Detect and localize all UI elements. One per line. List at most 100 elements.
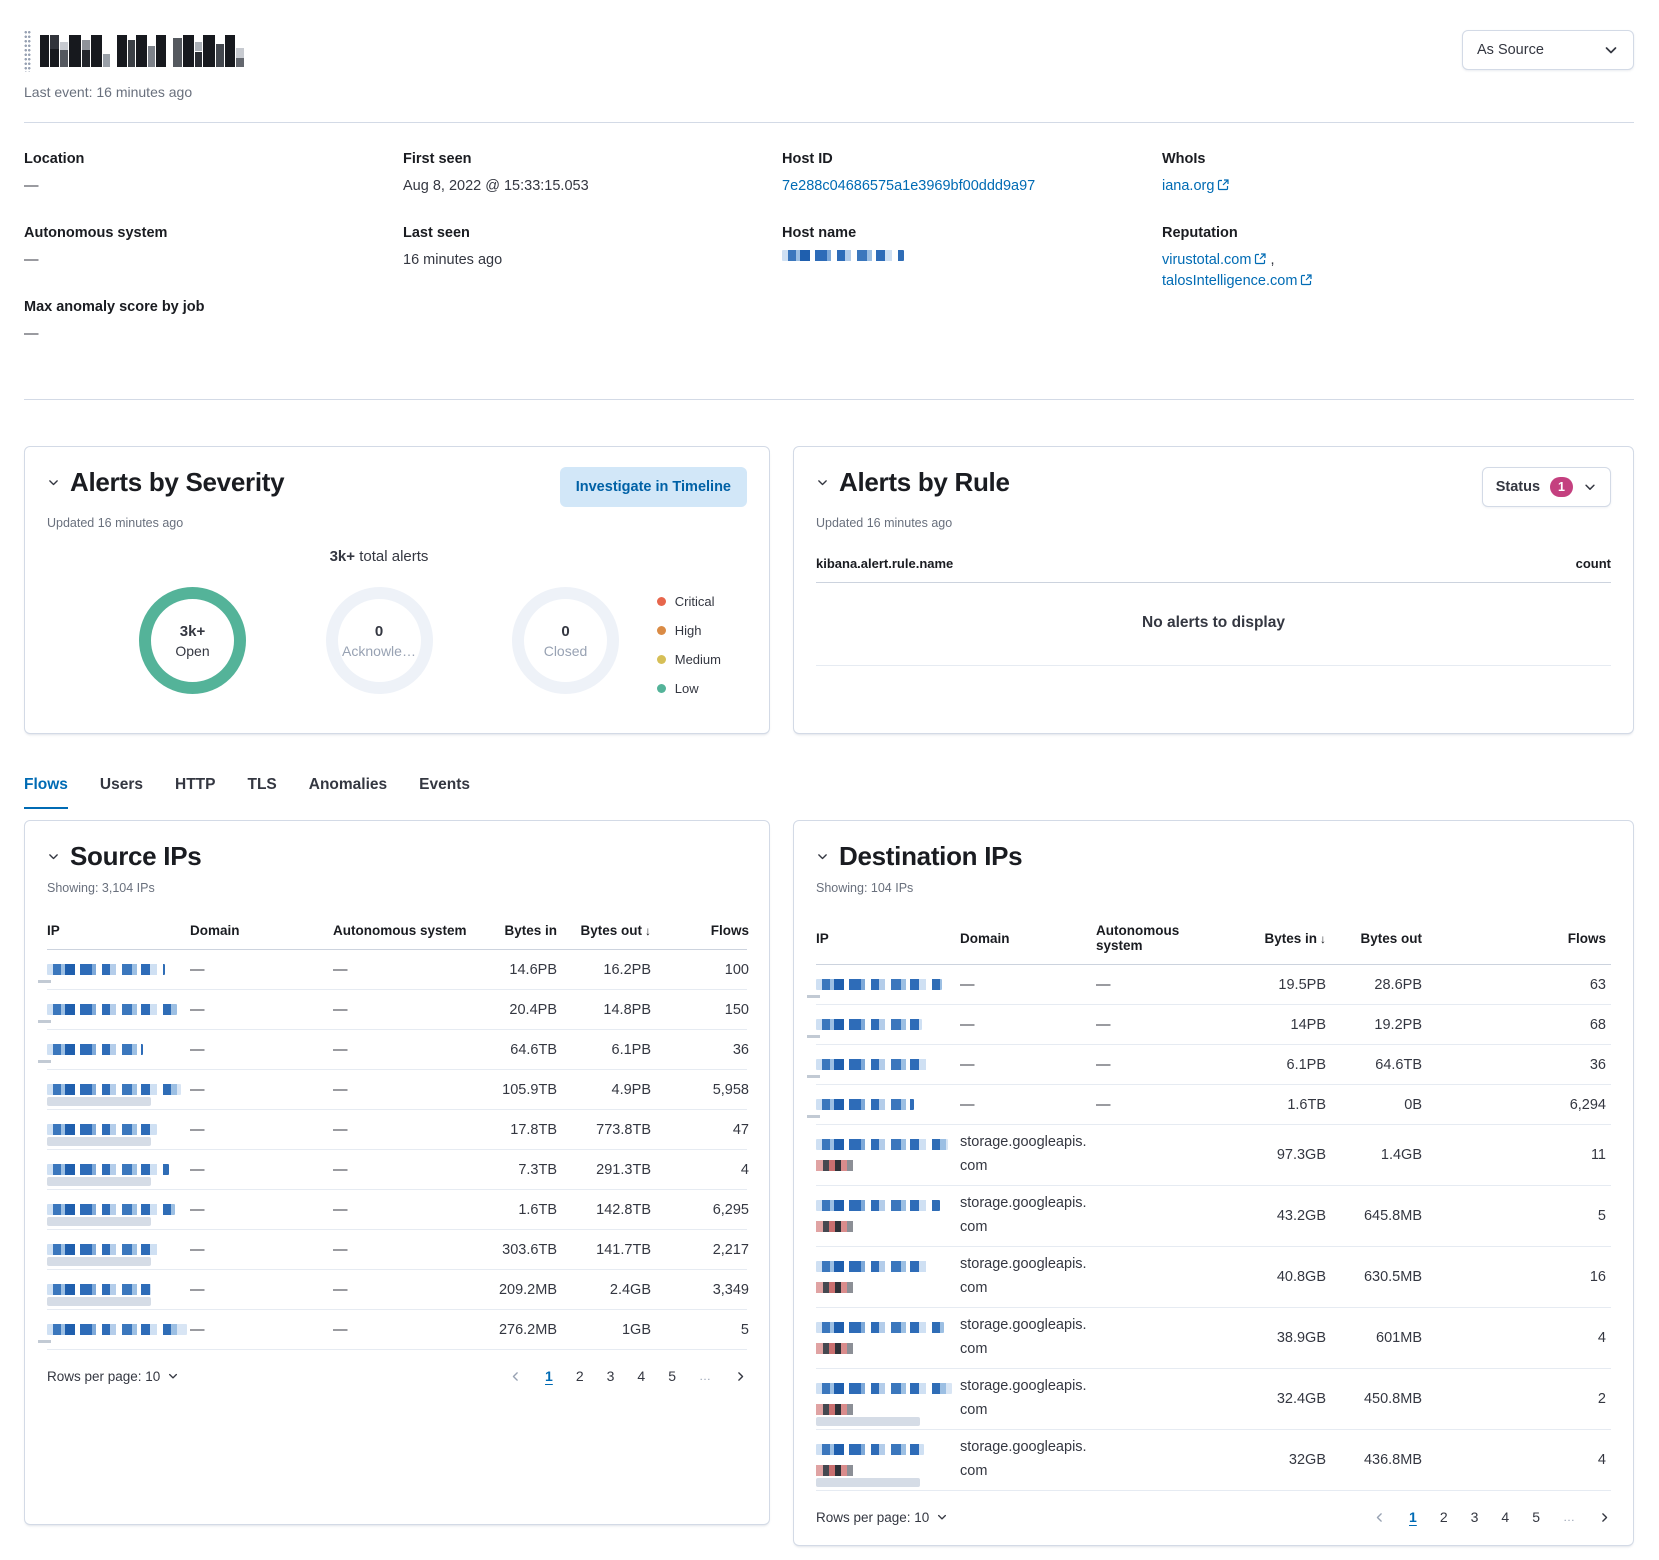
- page-number[interactable]: 2: [1440, 1509, 1448, 1525]
- tab-anomalies[interactable]: Anomalies: [309, 776, 387, 809]
- host-id-link[interactable]: 7e288c04686575a1e3969bf00ddd9a97: [782, 178, 1035, 194]
- source-ip-cell[interactable]: [47, 1038, 190, 1061]
- donut-open[interactable]: 3k+ Open: [139, 587, 246, 694]
- collapse-chevron-icon[interactable]: [816, 850, 829, 863]
- donut-closed[interactable]: 0 Closed: [512, 587, 619, 694]
- column-header-autonomous-system[interactable]: Autonomous system: [333, 923, 476, 938]
- tab-tls[interactable]: TLS: [247, 776, 276, 809]
- page-number[interactable]: 4: [637, 1368, 645, 1384]
- destination-ips-header[interactable]: Destination IPs: [816, 841, 1022, 872]
- column-header-domain[interactable]: Domain: [960, 931, 1096, 946]
- alerts-by-severity-header[interactable]: Alerts by Severity: [47, 467, 284, 498]
- column-header-autonomous-system[interactable]: Autonomous system: [1096, 923, 1226, 953]
- as-source-select[interactable]: As Source: [1462, 30, 1634, 70]
- table-row[interactable]: — — 276.2MB 1GB 5: [47, 1310, 747, 1350]
- tab-users[interactable]: Users: [100, 776, 143, 809]
- page-number[interactable]: 5: [1532, 1509, 1540, 1525]
- source-ip-cell[interactable]: [47, 1118, 190, 1141]
- source-ip-cell[interactable]: [47, 1278, 190, 1301]
- destination-ip-cell[interactable]: [816, 1194, 960, 1238]
- table-row[interactable]: storage.googleapis.com 43.2GB 645.8MB 5: [816, 1186, 1611, 1247]
- tab-flows[interactable]: Flows: [24, 776, 68, 809]
- table-row[interactable]: — — 14PB 19.2PB 68: [816, 1005, 1611, 1045]
- table-row[interactable]: — — 17.8TB 773.8TB 47: [47, 1110, 747, 1150]
- rows-per-page-label: Rows per page: 10: [816, 1510, 929, 1525]
- column-header-bytes-out[interactable]: Bytes out↓: [557, 923, 651, 938]
- column-header-ip[interactable]: IP: [47, 923, 190, 938]
- destination-ip-cell[interactable]: [816, 1013, 960, 1036]
- tab-events[interactable]: Events: [419, 776, 470, 809]
- source-ip-cell[interactable]: [47, 1238, 190, 1261]
- table-row[interactable]: storage.googleapis.com 32GB 436.8MB 4: [816, 1430, 1611, 1491]
- table-row[interactable]: storage.googleapis.com 38.9GB 601MB 4: [816, 1308, 1611, 1369]
- destination-ip-cell[interactable]: [816, 1316, 960, 1360]
- table-row[interactable]: — — 209.2MB 2.4GB 3,349: [47, 1270, 747, 1310]
- alerts-by-rule-header[interactable]: Alerts by Rule: [816, 467, 1010, 498]
- redacted-host-name[interactable]: [782, 250, 904, 261]
- page-number[interactable]: 2: [576, 1368, 584, 1384]
- bytes-out-cell: 1.4GB: [1326, 1147, 1422, 1163]
- table-row[interactable]: storage.googleapis.com 40.8GB 630.5MB 16: [816, 1247, 1611, 1308]
- destination-ip-cell[interactable]: [816, 1133, 960, 1177]
- source-ip-cell[interactable]: [47, 1318, 190, 1341]
- destination-ip-cell[interactable]: [816, 1255, 960, 1299]
- page-number[interactable]: 3: [1471, 1509, 1479, 1525]
- destination-ip-cell[interactable]: [816, 1053, 960, 1076]
- page-number[interactable]: 1: [1409, 1509, 1417, 1525]
- table-row[interactable]: — — 64.6TB 6.1PB 36: [47, 1030, 747, 1070]
- page-number[interactable]: 1: [545, 1368, 553, 1384]
- source-ip-cell[interactable]: [47, 958, 190, 981]
- source-ip-cell[interactable]: [47, 1078, 190, 1101]
- table-row[interactable]: — — 6.1PB 64.6TB 36: [816, 1045, 1611, 1085]
- table-row[interactable]: — — 20.4PB 14.8PB 150: [47, 990, 747, 1030]
- destination-ip-cell[interactable]: [816, 1438, 960, 1482]
- previous-page-icon[interactable]: [509, 1370, 522, 1383]
- page-number[interactable]: 4: [1501, 1509, 1509, 1525]
- previous-page-icon[interactable]: [1373, 1511, 1386, 1524]
- table-row[interactable]: — — 1.6TB 0B 6,294: [816, 1085, 1611, 1125]
- whois-link[interactable]: iana.org: [1162, 178, 1214, 194]
- source-ips-header[interactable]: Source IPs: [47, 841, 201, 872]
- column-header-bytes-in[interactable]: Bytes in: [476, 923, 557, 938]
- collapse-chevron-icon[interactable]: [47, 476, 60, 489]
- tab-http[interactable]: HTTP: [175, 776, 215, 809]
- table-row[interactable]: — — 14.6PB 16.2PB 100: [47, 950, 747, 990]
- source-ip-cell[interactable]: [47, 1198, 190, 1221]
- collapse-chevron-icon[interactable]: [816, 476, 829, 489]
- domain-cell: storage.googleapis.com: [960, 1371, 1090, 1427]
- reputation-link-virustotal[interactable]: virustotal.com: [1162, 252, 1251, 268]
- table-row[interactable]: — — 303.6TB 141.7TB 2,217: [47, 1230, 747, 1270]
- column-header-ip[interactable]: IP: [816, 931, 960, 946]
- destination-ip-cell[interactable]: [816, 973, 960, 996]
- investigate-in-timeline-button[interactable]: Investigate in Timeline: [560, 467, 747, 507]
- collapse-chevron-icon[interactable]: [47, 850, 60, 863]
- destination-ip-cell[interactable]: [816, 1093, 960, 1116]
- table-row[interactable]: — — 19.5PB 28.6PB 63: [816, 965, 1611, 1005]
- table-row[interactable]: — — 105.9TB 4.9PB 5,958: [47, 1070, 747, 1110]
- column-header-domain[interactable]: Domain: [190, 923, 333, 938]
- source-ip-cell[interactable]: [47, 998, 190, 1021]
- page-number[interactable]: 5: [668, 1368, 676, 1384]
- reputation-link-talos[interactable]: talosIntelligence.com: [1162, 273, 1297, 289]
- status-filter-dropdown[interactable]: Status 1: [1482, 467, 1611, 507]
- next-page-icon[interactable]: [1598, 1511, 1611, 1524]
- table-row[interactable]: — — 7.3TB 291.3TB 4: [47, 1150, 747, 1190]
- source-ip-cell[interactable]: [47, 1158, 190, 1181]
- donut-acknowledged-count: 0: [375, 623, 383, 640]
- drag-handle-icon[interactable]: [24, 30, 31, 72]
- destination-ips-panel: Destination IPs Showing: 104 IPs IP Doma…: [793, 820, 1634, 1546]
- column-header-flows[interactable]: Flows: [651, 923, 749, 938]
- column-header-bytes-in[interactable]: Bytes in↓: [1226, 931, 1326, 946]
- column-header-flows[interactable]: Flows: [1422, 931, 1606, 946]
- table-row[interactable]: storage.googleapis.com 97.3GB 1.4GB 11: [816, 1125, 1611, 1186]
- donut-acknowledged[interactable]: 0 Acknowle…: [326, 587, 433, 694]
- destination-ip-cell[interactable]: [816, 1377, 960, 1421]
- next-page-icon[interactable]: [734, 1370, 747, 1383]
- rows-per-page-selector[interactable]: Rows per page: 10: [47, 1369, 179, 1384]
- overview-divider: [24, 399, 1634, 400]
- rows-per-page-selector[interactable]: Rows per page: 10: [816, 1510, 948, 1525]
- table-row[interactable]: storage.googleapis.com 32.4GB 450.8MB 2: [816, 1369, 1611, 1430]
- table-row[interactable]: — — 1.6TB 142.8TB 6,295: [47, 1190, 747, 1230]
- column-header-bytes-out[interactable]: Bytes out: [1326, 931, 1422, 946]
- page-number[interactable]: 3: [607, 1368, 615, 1384]
